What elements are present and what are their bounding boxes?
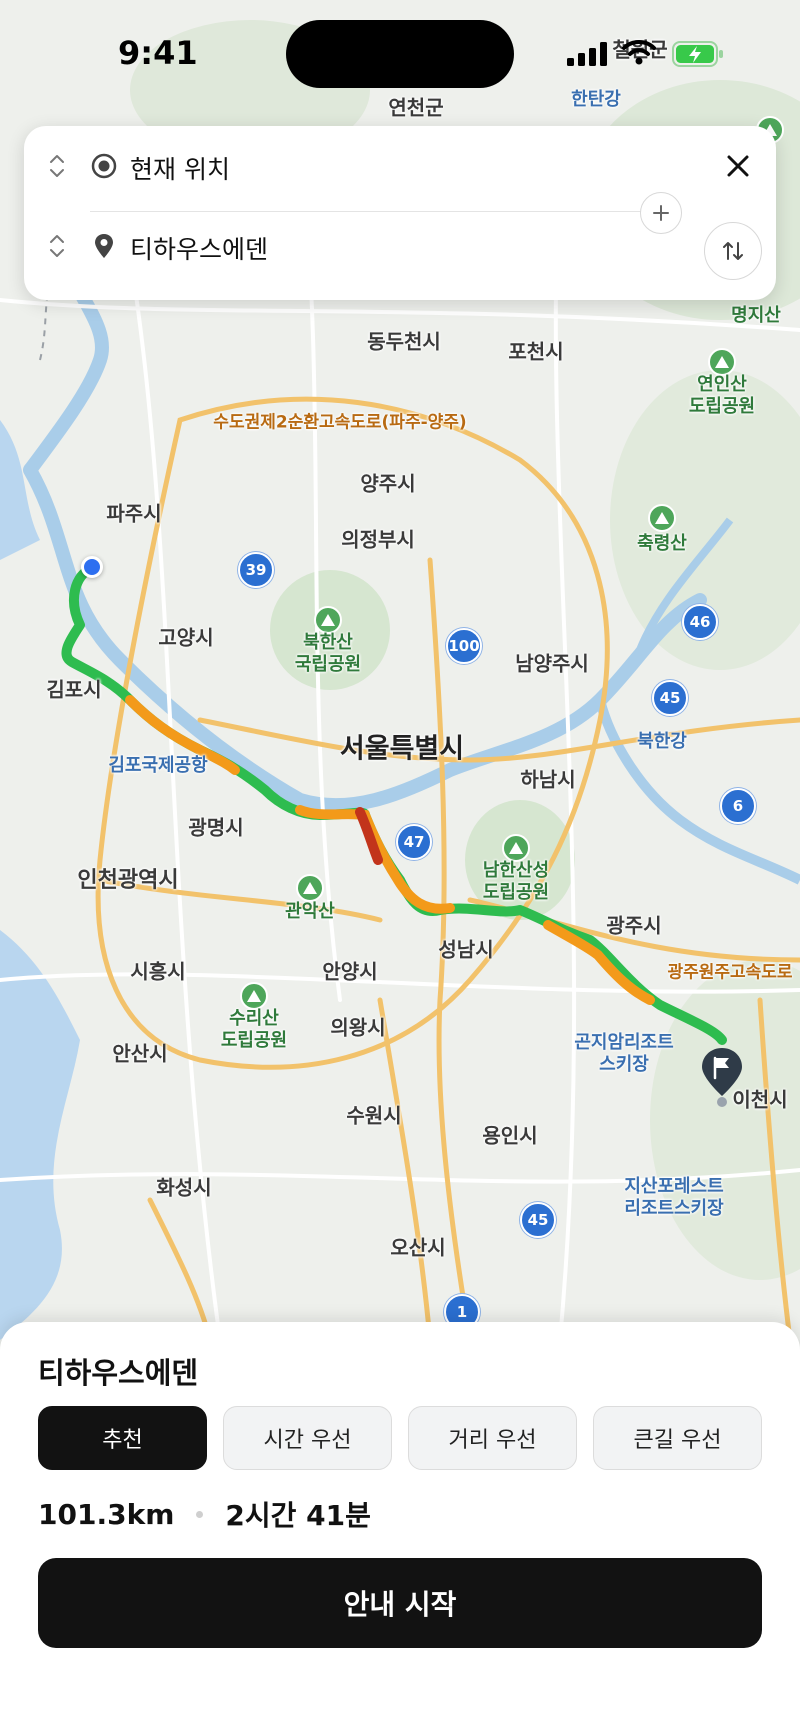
dynamic-island: [286, 20, 514, 88]
current-location-icon: [91, 153, 117, 179]
route-distance: 101.3km: [38, 1497, 175, 1531]
route-search-card: 현재 위치 티하우스에덴: [24, 126, 776, 300]
route-shield-100: 100: [446, 628, 482, 664]
battery-charging-icon: [672, 41, 723, 67]
place-myeongjisan[interactable]: 명지산: [731, 305, 781, 327]
route-shield-46: 46: [682, 604, 718, 640]
place-gwangju[interactable]: 광주시: [606, 910, 661, 939]
summary-separator: [196, 1510, 204, 1518]
place-gwangju-wonju-exp[interactable]: 광주원주고속도로: [667, 958, 792, 983]
place-siheung[interactable]: 시흥시: [130, 956, 185, 985]
destination-title: 티하우스에덴: [38, 1356, 199, 1390]
reorder-handle-icon[interactable]: [48, 232, 66, 260]
add-stop-icon: [653, 205, 669, 221]
place-ansan[interactable]: 안산시: [112, 1038, 167, 1067]
park-gwanaksan-icon: [296, 874, 324, 902]
place-paju[interactable]: 파주시: [106, 498, 161, 527]
park-yeoninsan-icon: [708, 348, 736, 376]
place-uijeongbu[interactable]: 의정부시: [341, 524, 415, 553]
place-uiwang[interactable]: 의왕시: [330, 1012, 385, 1041]
place-anyang[interactable]: 안양시: [322, 956, 377, 985]
place-bukhan-river[interactable]: 북한강: [637, 731, 687, 753]
destination-flag-icon[interactable]: [698, 1046, 746, 1108]
place-seoul[interactable]: 서울특별시: [340, 727, 464, 766]
close-icon: [727, 155, 749, 177]
place-bukhansan[interactable]: 북한산 국립공원: [295, 632, 361, 676]
place-hwaseong[interactable]: 화성시: [156, 1172, 211, 1201]
route-shield-45-north: 45: [652, 680, 688, 716]
route-options: 추천 시간 우선 거리 우선 큰길 우선: [38, 1406, 762, 1470]
park-surisan-icon: [240, 982, 268, 1010]
route-shield-6: 6: [720, 788, 756, 824]
place-yongin[interactable]: 용인시: [482, 1120, 537, 1149]
park-bukhansan-icon: [314, 606, 342, 634]
place-gimpo[interactable]: 김포시: [46, 674, 101, 703]
place-gwangmyeong[interactable]: 광명시: [188, 812, 243, 841]
park-chungnyeongsan-icon: [648, 504, 676, 532]
place-osan[interactable]: 오산시: [390, 1232, 445, 1261]
destination-label[interactable]: 티하우스에덴: [130, 230, 268, 266]
origin-label[interactable]: 현재 위치: [130, 150, 230, 186]
place-namyangju[interactable]: 남양주시: [515, 648, 589, 677]
park-namhansanseong-icon: [502, 834, 530, 862]
swap-icon: [723, 242, 743, 260]
add-stop-button[interactable]: [640, 192, 682, 234]
route-duration: 2시간 41분: [225, 1499, 371, 1532]
status-time: 9:41: [118, 34, 198, 72]
place-incheon[interactable]: 인천광역시: [77, 862, 178, 894]
place-goyang[interactable]: 고양시: [158, 622, 213, 651]
option-fastest[interactable]: 시간 우선: [223, 1406, 392, 1470]
close-button[interactable]: [716, 144, 760, 188]
route-summary: 101.3km 2시간 41분: [38, 1494, 371, 1534]
place-gimpo-airport[interactable]: 김포국제공항: [108, 755, 207, 777]
reorder-handle-icon[interactable]: [48, 152, 66, 180]
route-bottom-sheet: 티하우스에덴 추천 시간 우선 거리 우선 큰길 우선 101.3km 2시간 …: [0, 1322, 800, 1730]
option-recommended[interactable]: 추천: [38, 1406, 207, 1470]
option-shortest[interactable]: 거리 우선: [408, 1406, 577, 1470]
place-seongnam[interactable]: 성남시: [438, 934, 493, 963]
route-shield-39: 39: [238, 552, 274, 588]
start-navigation-button[interactable]: 안내 시작: [38, 1558, 762, 1648]
place-jisan[interactable]: 지산포레스트 리조트스키장: [624, 1176, 723, 1220]
place-gonjiam[interactable]: 곤지암리조트 스키장: [574, 1032, 673, 1076]
place-gwanaksan[interactable]: 관악산: [285, 901, 335, 923]
place-hanam[interactable]: 하남시: [520, 764, 575, 793]
place-expressway-ring[interactable]: 수도권제2순환고속도로(파주-양주): [213, 408, 466, 433]
current-location-marker[interactable]: [81, 556, 103, 578]
swap-button[interactable]: [704, 222, 762, 280]
status-bar: 9:41: [0, 0, 800, 110]
wifi-icon: [622, 40, 656, 65]
route-shield-45-south: 45: [520, 1202, 556, 1238]
place-pocheon[interactable]: 포천시: [508, 336, 563, 365]
place-dongducheon[interactable]: 동두천시: [367, 326, 441, 355]
place-surisan[interactable]: 수리산 도립공원: [221, 1008, 287, 1052]
place-namhansanseong[interactable]: 남한산성 도립공원: [483, 860, 549, 904]
place-yangju[interactable]: 양주시: [360, 468, 415, 497]
route-shield-47: 47: [396, 824, 432, 860]
location-pin-icon: [95, 234, 113, 258]
place-yeoninsan[interactable]: 연인산 도립공원: [689, 374, 755, 418]
option-highway[interactable]: 큰길 우선: [593, 1406, 762, 1470]
place-suwon[interactable]: 수원시: [346, 1100, 401, 1129]
cellular-signal-icon: [567, 42, 607, 66]
place-chungnyeongsan[interactable]: 축령산: [637, 533, 687, 555]
